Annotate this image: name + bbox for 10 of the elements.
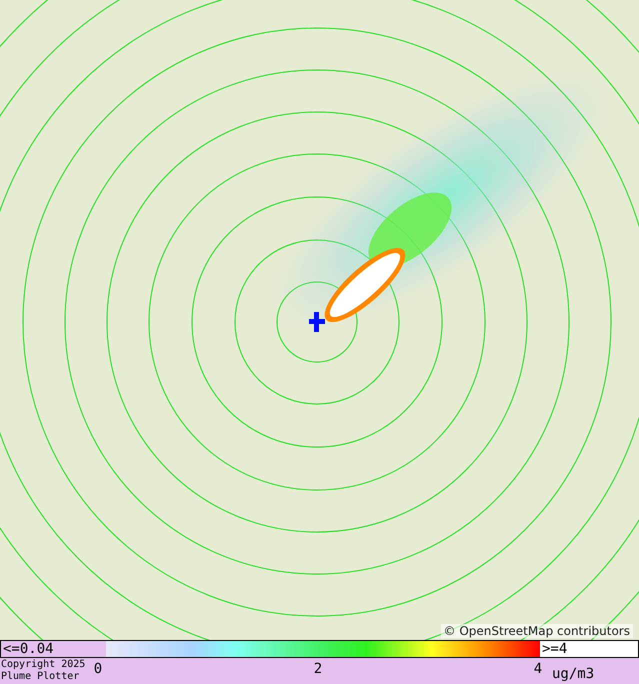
copyright-text: Copyright 2025 xyxy=(1,659,86,671)
map-attribution: © OpenStreetMap contributors xyxy=(440,624,633,638)
high-limit-label: >=4 xyxy=(540,641,638,657)
source-marker-icon xyxy=(309,312,325,332)
copyright-text: Plume Plotter xyxy=(1,671,80,683)
map-placeholder[interactable]: © OpenStreetMap contributors xyxy=(0,0,639,640)
scale-tick-label: 4 xyxy=(534,661,542,677)
low-limit-label: <=0.04 xyxy=(2,641,55,657)
scale-tick-label: 0 xyxy=(94,661,102,677)
scale-tick-label: 2 xyxy=(314,661,322,677)
